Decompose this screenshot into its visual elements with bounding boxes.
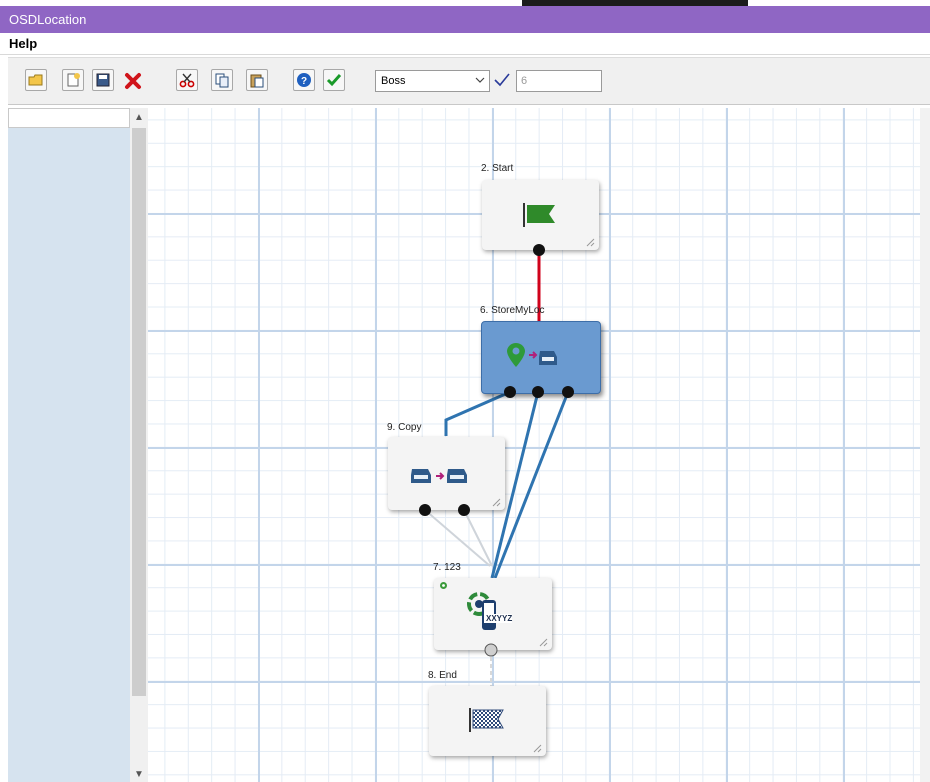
- diagram-ports: [419, 244, 574, 657]
- port-store-out-3[interactable]: [562, 386, 574, 398]
- port-copy-out-1[interactable]: [419, 504, 431, 516]
- port-start-out[interactable]: [533, 244, 545, 256]
- port-store-out-1[interactable]: [504, 386, 516, 398]
- port-123-out[interactable]: [484, 643, 498, 657]
- port-copy-out-2[interactable]: [458, 504, 470, 516]
- port-store-out-2[interactable]: [532, 386, 544, 398]
